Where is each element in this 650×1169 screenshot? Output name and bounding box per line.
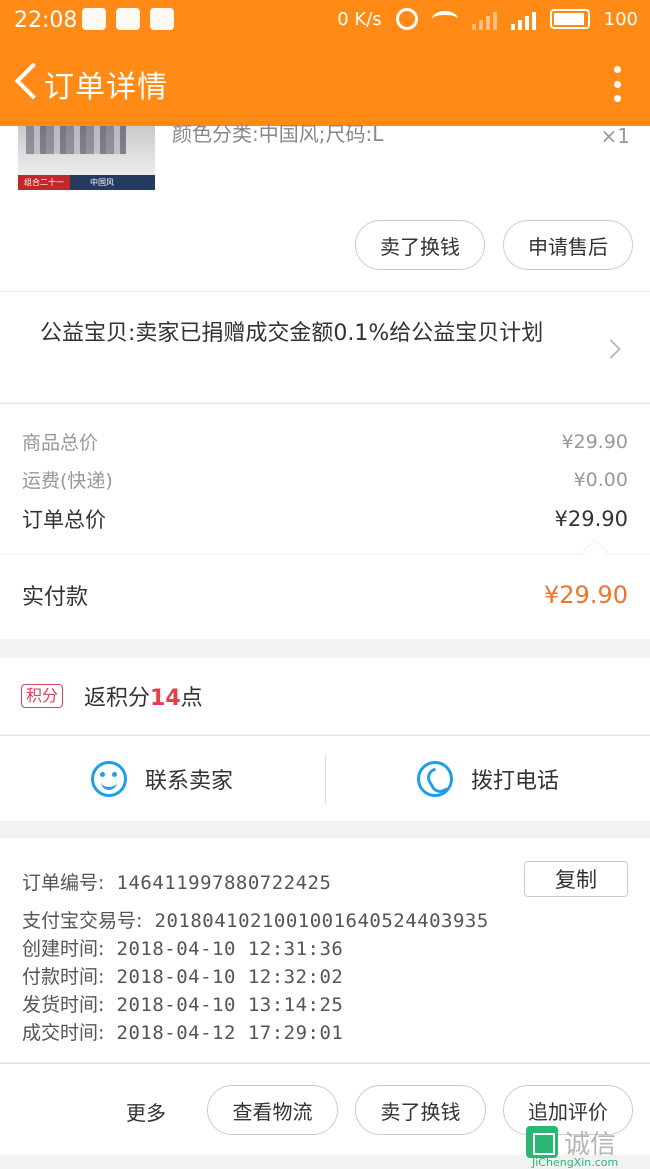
wechat-icon <box>150 8 174 30</box>
alarm-icon <box>395 8 418 30</box>
chat-smile-icon <box>90 761 127 797</box>
status-right: 0 K/s 100 <box>337 8 638 30</box>
divider <box>0 554 650 555</box>
goods-total-value: ¥29.90 <box>561 430 628 453</box>
wifi-icon <box>431 11 458 27</box>
charity-row[interactable]: 公益宝贝:卖家已捐赠成交金额0.1%给公益宝贝计划 <box>0 291 650 402</box>
thumb-label-right: 中国风 <box>90 178 114 187</box>
app-bar: 订单详情 <box>0 40 650 126</box>
product-thumbnail[interactable]: 组合二十一 中国风 <box>18 126 155 190</box>
order-number: 1464119978807224​25 <box>116 872 332 894</box>
watermark-icon <box>526 1126 558 1158</box>
order-info: 订单编号: 1464119978807224​25 复制 支付宝交易号: 201… <box>0 838 650 1062</box>
call-label: 拨打电话 <box>470 769 559 794</box>
paid-time-line: 付款时间: 2018-04-10 12:32:02 <box>22 966 344 988</box>
page-title: 订单详情 <box>44 70 168 105</box>
points-row: 积分 返积分14点 <box>0 658 650 734</box>
battery-icon <box>549 9 590 29</box>
product-quantity: ×1 <box>600 124 630 148</box>
phone-icon <box>416 761 453 797</box>
call-button[interactable]: 拨打电话 <box>326 736 650 822</box>
contact-seller-label: 联系卖家 <box>144 769 233 794</box>
price-summary: 商品总价 ¥29.90 运费(快递) ¥0.00 订单总价 ¥29.90 实付款… <box>0 403 650 639</box>
contact-seller-button[interactable]: 联系卖家 <box>0 736 324 822</box>
charity-text: 公益宝贝:卖家已捐赠成交金额0.1%给公益宝贝计划 <box>40 321 544 346</box>
view-logistics-button[interactable]: 查看物流 <box>207 1085 338 1135</box>
paid-value: ¥29.90 <box>544 581 628 609</box>
notification-icons <box>82 8 174 30</box>
watermark-logo: 诚信 JiChengXin.com <box>526 1126 644 1169</box>
more-button[interactable]: 更多 <box>126 1097 166 1126</box>
contact-bar: 联系卖家 拨打电话 <box>0 735 650 821</box>
shipping-label: 运费(快递) <box>22 470 113 492</box>
completed-time-line: 成交时间: 2018-04-12 17:29:01 <box>22 1022 344 1044</box>
paid-label: 实付款 <box>22 585 89 610</box>
network-speed: 0 K/s <box>337 8 382 30</box>
goods-total-label: 商品总价 <box>22 432 99 454</box>
shipping-value: ¥0.00 <box>573 468 628 491</box>
copy-button[interactable]: 复制 <box>524 861 628 897</box>
status-bar: 22:08 0 K/s 100 <box>0 0 650 40</box>
chevron-right-icon <box>601 339 621 359</box>
alipay-trade-line: 支付宝交易号: 2018041021001001640524403935 <box>22 910 489 932</box>
battery-level: 100 <box>603 8 638 30</box>
signal-sim1-icon <box>471 8 497 30</box>
points-badge: 积分 <box>21 684 64 708</box>
order-item[interactable]: 组合二十一 中国风 颜色分类:中国风;尺码:L ×1 卖了换钱 申请售后 <box>0 122 650 291</box>
created-time-line: 创建时间: 2018-04-10 12:31:36 <box>22 938 344 960</box>
watermark-text-en: JiChengXin.com <box>532 1156 619 1169</box>
order-total-label: 订单总价 <box>22 508 106 532</box>
order-detail-content[interactable]: 组合二十一 中国风 颜色分类:中国风;尺码:L ×1 卖了换钱 申请售后 公益宝… <box>0 122 650 1169</box>
points-number: 14 <box>150 686 181 711</box>
points-text: 返积分14点 <box>84 686 203 711</box>
sell-button[interactable]: 卖了换钱 <box>355 220 485 270</box>
qq-icon <box>82 8 106 30</box>
apply-aftersale-button[interactable]: 申请售后 <box>503 220 633 270</box>
signal-sim2-icon <box>510 8 536 30</box>
more-menu-button[interactable] <box>612 66 622 102</box>
bottom-action-bar: 更多 查看物流 卖了换钱 追加评价 诚信 JiChengXin.com <box>0 1063 650 1169</box>
price-notch <box>582 539 608 565</box>
order-total-value: ¥29.90 <box>554 507 628 531</box>
order-number-line: 订单编号: 1464119978807224​25 <box>22 872 332 894</box>
product-spec: 颜色分类:中国风;尺码:L <box>172 122 384 146</box>
status-time: 22:08 <box>14 8 78 33</box>
sell-button-bottom[interactable]: 卖了换钱 <box>355 1085 486 1135</box>
shipped-time-line: 发货时间: 2018-04-10 13:14:25 <box>22 994 344 1016</box>
gallery-icon <box>116 8 140 30</box>
thumb-label-left: 组合二十一 <box>18 175 70 190</box>
